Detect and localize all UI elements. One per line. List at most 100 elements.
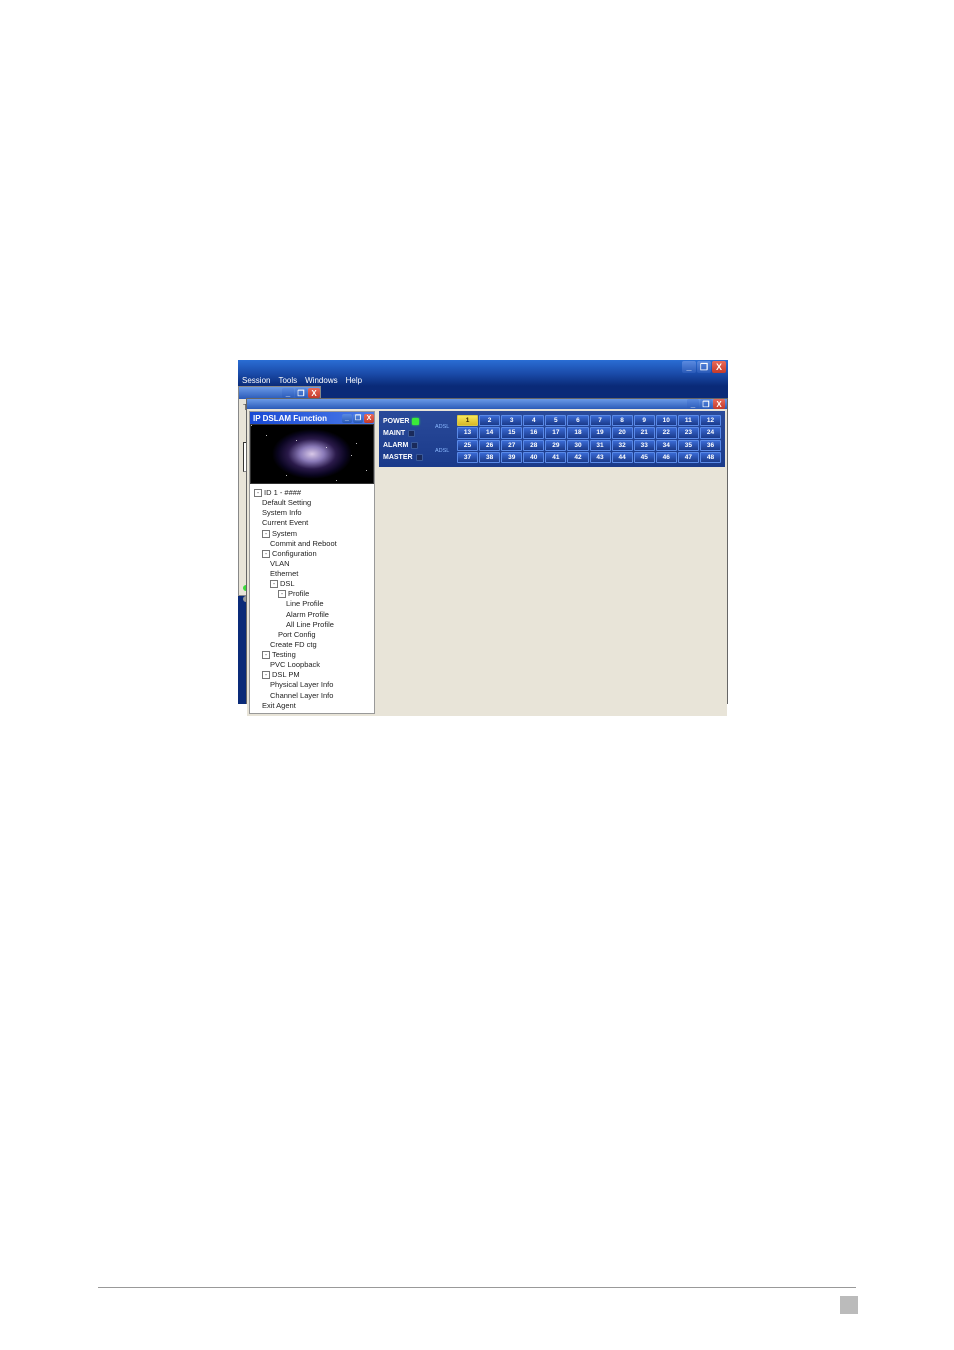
port-22[interactable]: 22 (656, 427, 677, 438)
tree-item[interactable]: -DSL (254, 579, 372, 589)
port-11[interactable]: 11 (678, 415, 699, 426)
port-27[interactable]: 27 (501, 440, 522, 451)
port-41[interactable]: 41 (545, 452, 566, 463)
port-34[interactable]: 34 (656, 440, 677, 451)
main-minimize-button[interactable]: _ (687, 399, 699, 409)
port-14[interactable]: 14 (479, 427, 500, 438)
menu-windows[interactable]: Windows (305, 376, 337, 385)
tree-item[interactable]: Channel Layer Info (254, 691, 372, 701)
port-17[interactable]: 17 (545, 427, 566, 438)
tree-item[interactable]: -DSL PM (254, 670, 372, 680)
port-48[interactable]: 48 (700, 452, 721, 463)
port-8[interactable]: 8 (612, 415, 633, 426)
port-47[interactable]: 47 (678, 452, 699, 463)
outer-minimize-button[interactable]: _ (682, 361, 696, 373)
tree-item[interactable]: -ID 1 - #### (254, 488, 372, 498)
tree-item[interactable]: -Testing (254, 650, 372, 660)
device-panel: POWER MAINT ALARM MASTER ADSL ADSL 12345… (379, 411, 725, 714)
tree-toggle-icon[interactable]: - (262, 651, 270, 659)
tree-item-label: Testing (272, 650, 296, 659)
tree-item[interactable]: -Profile (254, 589, 372, 599)
port-32[interactable]: 32 (612, 440, 633, 451)
port-3[interactable]: 3 (501, 415, 522, 426)
tree-item-label: All Line Profile (286, 620, 334, 629)
tree-item[interactable]: Physical Layer Info (254, 680, 372, 690)
outer-close-button[interactable]: X (712, 361, 726, 373)
function-tree[interactable]: -ID 1 - ####Default SettingSystem InfoCu… (250, 484, 374, 713)
tree-toggle-icon[interactable]: - (262, 671, 270, 679)
port-40[interactable]: 40 (523, 452, 544, 463)
port-2[interactable]: 2 (479, 415, 500, 426)
outer-maximize-button[interactable]: ❐ (697, 361, 711, 373)
func-maximize-button[interactable]: ❐ (353, 414, 363, 423)
port-31[interactable]: 31 (590, 440, 611, 451)
port-23[interactable]: 23 (678, 427, 699, 438)
port-20[interactable]: 20 (612, 427, 633, 438)
tree-item[interactable]: System Info (254, 508, 372, 518)
menu-help[interactable]: Help (346, 376, 362, 385)
func-close-button[interactable]: X (364, 414, 374, 423)
port-30[interactable]: 30 (567, 440, 588, 451)
menu-session[interactable]: Session (242, 376, 270, 385)
port-29[interactable]: 29 (545, 440, 566, 451)
port-15[interactable]: 15 (501, 427, 522, 438)
tree-item[interactable]: VLAN (254, 559, 372, 569)
port-10[interactable]: 10 (656, 415, 677, 426)
port-24[interactable]: 24 (700, 427, 721, 438)
port-25[interactable]: 25 (457, 440, 478, 451)
port-37[interactable]: 37 (457, 452, 478, 463)
tree-item[interactable]: Create FD ctg (254, 640, 372, 650)
main-maximize-button[interactable]: ❐ (700, 399, 712, 409)
port-45[interactable]: 45 (634, 452, 655, 463)
port-42[interactable]: 42 (567, 452, 588, 463)
tree-item[interactable]: Current Event (254, 518, 372, 528)
port-46[interactable]: 46 (656, 452, 677, 463)
port-21[interactable]: 21 (634, 427, 655, 438)
port-7[interactable]: 7 (590, 415, 611, 426)
tree-minimize-button[interactable]: _ (282, 388, 294, 398)
port-6[interactable]: 6 (567, 415, 588, 426)
tree-close-button[interactable]: X (308, 388, 320, 398)
port-26[interactable]: 26 (479, 440, 500, 451)
tree-toggle-icon[interactable]: - (270, 580, 278, 588)
port-44[interactable]: 44 (612, 452, 633, 463)
app-screenshot: _ ❐ X Session Tools Windows Help _ ❐ X T… (238, 360, 728, 704)
tree-maximize-button[interactable]: ❐ (295, 388, 307, 398)
tree-item[interactable]: PVC Loopback (254, 660, 372, 670)
tree-item[interactable]: -Configuration (254, 549, 372, 559)
port-9[interactable]: 9 (634, 415, 655, 426)
tree-item[interactable]: All Line Profile (254, 620, 372, 630)
port-19[interactable]: 19 (590, 427, 611, 438)
tree-item[interactable]: Default Setting (254, 498, 372, 508)
port-33[interactable]: 33 (634, 440, 655, 451)
tree-item[interactable]: Exit Agent (254, 701, 372, 711)
func-minimize-button[interactable]: _ (342, 414, 352, 423)
tree-item-label: DSL (280, 579, 295, 588)
tree-toggle-icon[interactable]: - (278, 590, 286, 598)
menu-tools[interactable]: Tools (278, 376, 297, 385)
maint-led-icon (408, 430, 415, 437)
tree-toggle-icon[interactable]: - (262, 530, 270, 538)
tree-toggle-icon[interactable]: - (254, 489, 262, 497)
port-36[interactable]: 36 (700, 440, 721, 451)
port-39[interactable]: 39 (501, 452, 522, 463)
port-5[interactable]: 5 (545, 415, 566, 426)
port-16[interactable]: 16 (523, 427, 544, 438)
port-13[interactable]: 13 (457, 427, 478, 438)
port-28[interactable]: 28 (523, 440, 544, 451)
tree-item[interactable]: Alarm Profile (254, 610, 372, 620)
port-12[interactable]: 12 (700, 415, 721, 426)
tree-item[interactable]: Line Profile (254, 599, 372, 609)
port-38[interactable]: 38 (479, 452, 500, 463)
port-43[interactable]: 43 (590, 452, 611, 463)
tree-item[interactable]: Port Config (254, 630, 372, 640)
port-4[interactable]: 4 (523, 415, 544, 426)
port-1[interactable]: 1 (457, 415, 478, 426)
tree-item[interactable]: Ethernet (254, 569, 372, 579)
tree-item[interactable]: -System (254, 529, 372, 539)
tree-item[interactable]: Commit and Reboot (254, 539, 372, 549)
tree-toggle-icon[interactable]: - (262, 550, 270, 558)
port-35[interactable]: 35 (678, 440, 699, 451)
port-18[interactable]: 18 (567, 427, 588, 438)
main-close-button[interactable]: X (713, 399, 725, 409)
